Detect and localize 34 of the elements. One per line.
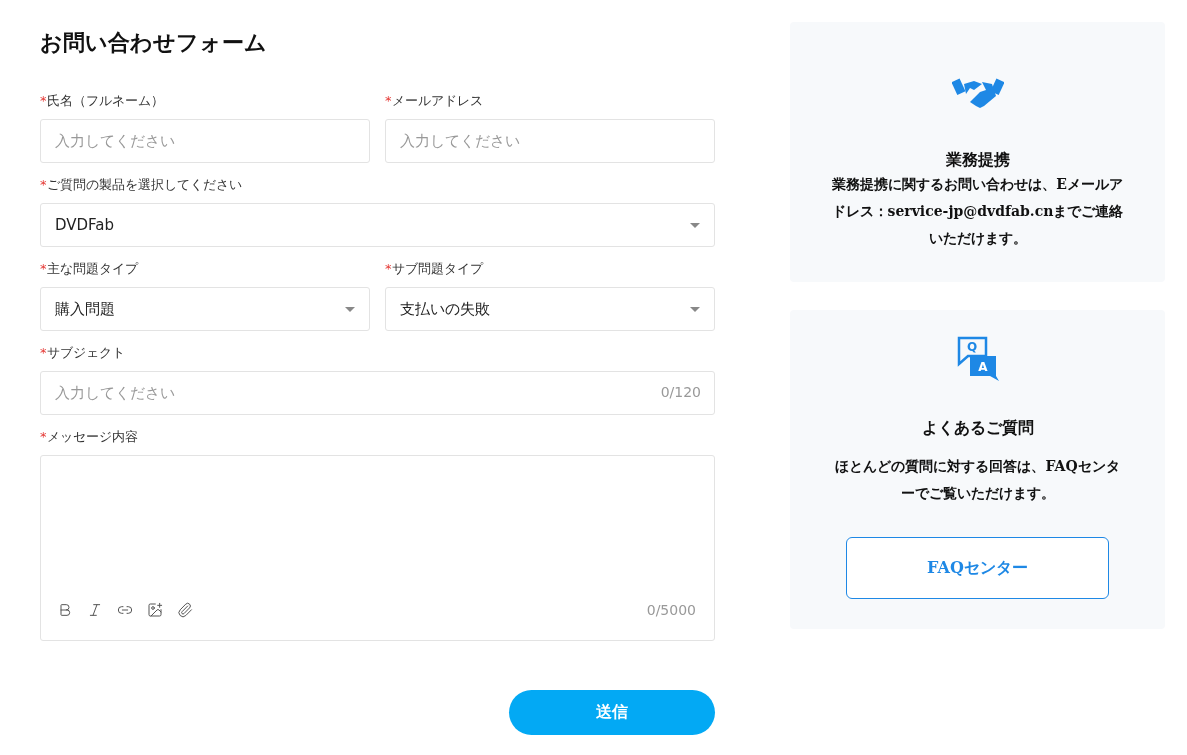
faq-center-button[interactable]: FAQセンター — [846, 537, 1109, 599]
field-label: 主な問題タイプ — [46, 261, 138, 276]
field-label: メールアドレス — [391, 93, 483, 108]
field-label: サブジェクト — [46, 345, 125, 360]
paperclip-icon[interactable] — [177, 602, 193, 618]
required-mark: * — [40, 429, 47, 444]
caret-icon — [690, 222, 700, 228]
dropdown[interactable]: 購入問題 — [40, 287, 370, 331]
dropdown[interactable]: 支払いの失敗 — [385, 287, 715, 331]
field-label: サブ問題タイプ — [391, 261, 483, 276]
required-mark: * — [40, 93, 47, 108]
italic-icon[interactable] — [87, 602, 103, 618]
dropdown[interactable]: DVDFab — [40, 203, 715, 247]
text-field[interactable]: 入力してください — [40, 119, 370, 163]
image-icon[interactable] — [147, 602, 163, 618]
required-mark: * — [40, 345, 47, 360]
card-title: 業務提携 — [945, 150, 1010, 171]
caret-icon — [345, 306, 355, 312]
required-mark: * — [40, 261, 47, 276]
required-mark: * — [40, 177, 47, 192]
card-title: よくあるご質問 — [921, 418, 1034, 439]
card-text: ほとんどの質問に対する回答は、FAQセンターでご覧いただけます。 — [834, 457, 1121, 503]
field-label: ご質問の製品を選択してください — [46, 177, 242, 192]
form-title: お問い合わせフォーム — [40, 29, 268, 57]
field-label: 氏名（フルネーム） — [46, 93, 164, 108]
card-text: 業務提携に関するお問い合わせは、Eメールアドレス：service-jp@dvdfab.cnまでご連絡いただけます。 — [830, 175, 1125, 248]
required-mark: * — [385, 93, 392, 108]
field-label: メッセージ内容 — [46, 429, 138, 444]
character-counter: 0/120 — [660, 384, 701, 400]
character-counter: 0/5000 — [646, 602, 696, 618]
bold-icon[interactable] — [57, 602, 73, 618]
caret-icon — [690, 306, 700, 312]
text-field[interactable]: 入力してください — [385, 119, 715, 163]
required-mark: * — [385, 261, 392, 276]
